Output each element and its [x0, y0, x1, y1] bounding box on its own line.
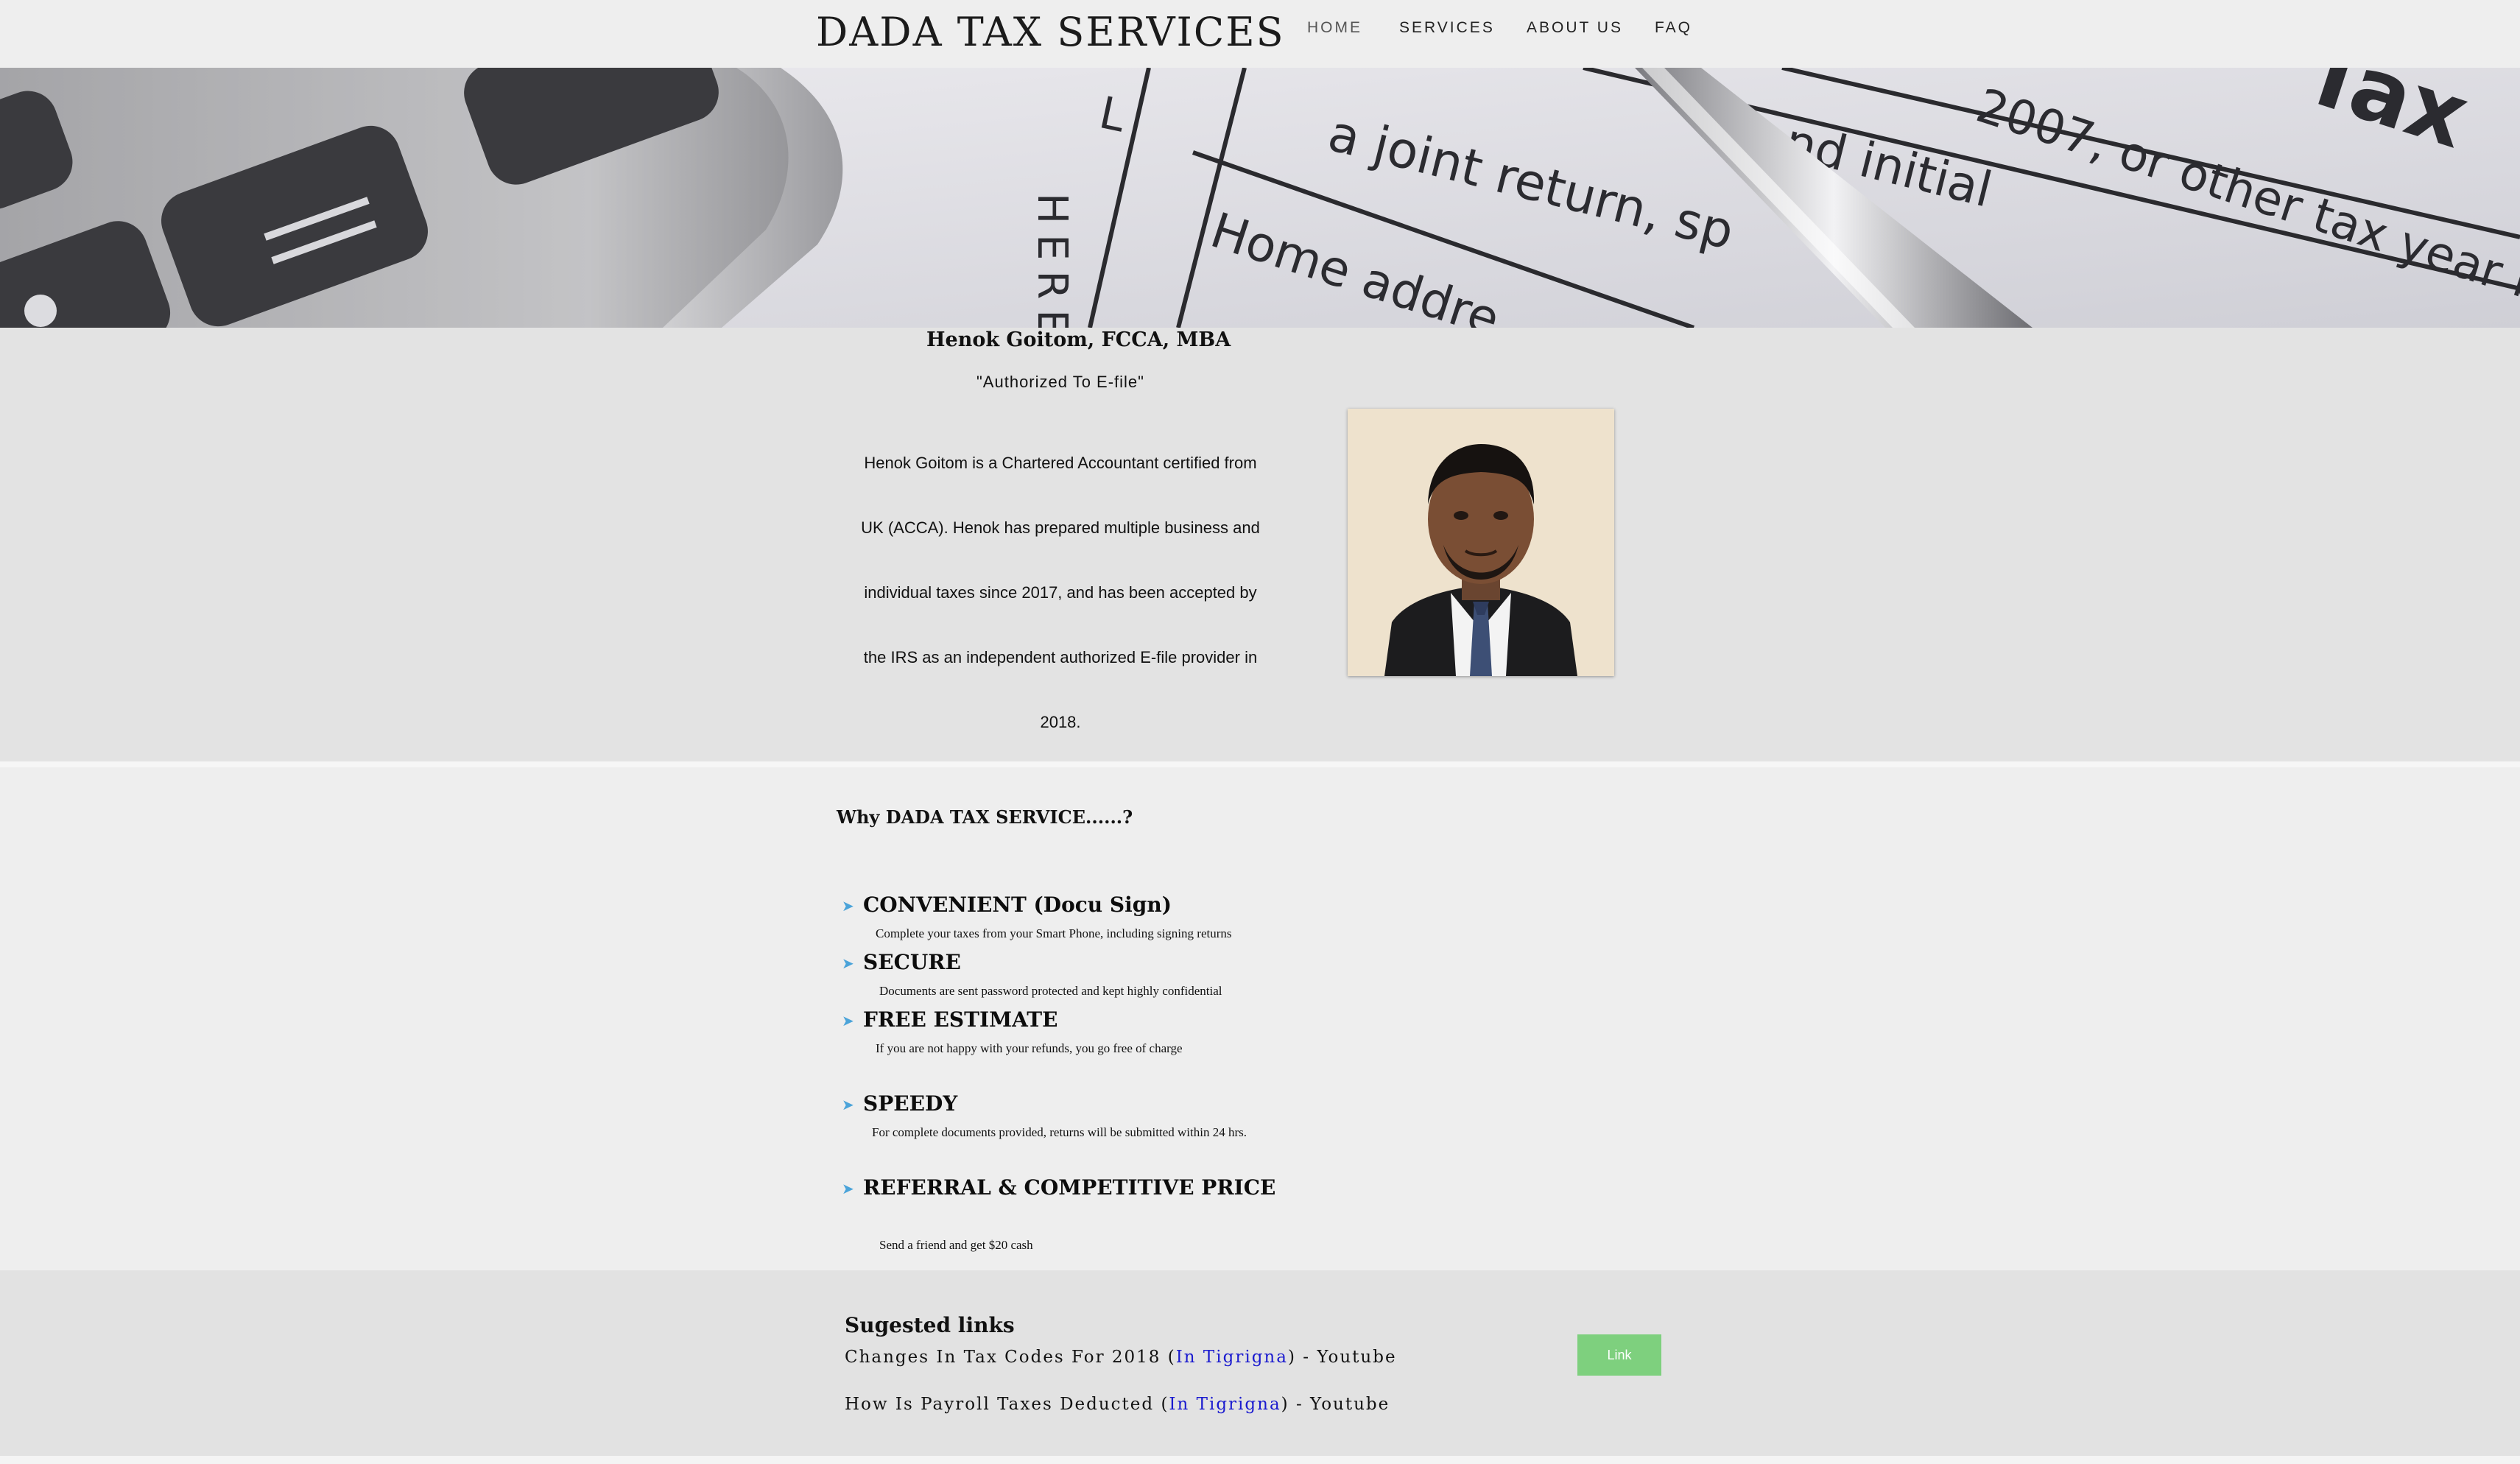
feature-title: CONVENIENT (Docu Sign)	[863, 893, 1172, 917]
feature-desc: Complete your taxes from your Smart Phon…	[876, 926, 1232, 940]
link-row: Changes In Tax Codes For 2018 (In Tigrig…	[845, 1348, 1397, 1367]
bio-line: UK (ACCA). Henok has prepared multiple b…	[861, 518, 1260, 537]
bio-line: the IRS as an independent authorized E-f…	[863, 648, 1258, 666]
nav-home[interactable]: HOME	[1307, 19, 1362, 37]
nav-services[interactable]: SERVICES	[1399, 19, 1495, 37]
profile-tagline: "Authorized To E-file"	[976, 373, 1144, 391]
chevron-right-icon: ➤	[842, 898, 854, 915]
link-text: ) - Youtube	[1287, 1348, 1397, 1367]
link-text: ) - Youtube	[1281, 1395, 1390, 1414]
feature-title: SECURE	[863, 950, 961, 974]
portrait-image	[1348, 409, 1614, 676]
hero-banner: a joint return, sp nd initial 2007, or o…	[0, 68, 2520, 328]
site-title[interactable]: DADA TAX SERVICES	[816, 9, 1285, 55]
hero-image: a joint return, sp nd initial 2007, or o…	[0, 68, 2520, 328]
bio-line: 2018.	[1040, 713, 1081, 731]
chevron-right-icon: ➤	[842, 1097, 854, 1113]
profile-photo	[1348, 409, 1614, 676]
link-highlight[interactable]: In Tigrigna	[1169, 1395, 1281, 1414]
bio-line: Henok Goitom is a Chartered Accountant c…	[864, 454, 1257, 472]
hero-text-here: HERE	[1028, 193, 1076, 328]
feature-desc: For complete documents provided, returns…	[872, 1125, 1247, 1139]
link-row: How Is Payroll Taxes Deducted (In Tigrig…	[845, 1395, 1390, 1414]
feature-title: REFERRAL & COMPETITIVE PRICE	[863, 1175, 1276, 1200]
header-bar: DADA TAX SERVICES HOME SERVICES ABOUT US…	[0, 0, 2520, 68]
chevron-right-icon: ➤	[842, 956, 854, 972]
nav-about-us[interactable]: ABOUT US	[1527, 19, 1623, 37]
profile-name: Henok Goitom, FCCA, MBA	[926, 328, 1231, 351]
link-highlight[interactable]: In Tigrigna	[1176, 1348, 1288, 1367]
feature-desc: Documents are sent password protected an…	[879, 984, 1222, 998]
feature-title: SPEEDY	[863, 1091, 958, 1116]
link-button[interactable]: Link	[1577, 1334, 1661, 1376]
feature-desc: Send a friend and get $20 cash	[879, 1238, 1033, 1252]
feature-desc: If you are not happy with your refunds, …	[876, 1041, 1183, 1055]
footer-strip	[0, 1456, 2520, 1464]
link-text: Changes In Tax Codes For 2018 (	[845, 1348, 1176, 1367]
section-divider	[0, 761, 2520, 767]
chevron-right-icon: ➤	[842, 1181, 854, 1197]
why-title: Why DADA TAX SERVICE......?	[837, 806, 1133, 828]
link-text: How Is Payroll Taxes Deducted (	[845, 1395, 1169, 1414]
feature-title: FREE ESTIMATE	[863, 1007, 1058, 1032]
links-title: Sugested links	[845, 1313, 1015, 1337]
nav-faq[interactable]: FAQ	[1655, 19, 1692, 37]
profile-section	[0, 328, 2520, 761]
chevron-right-icon: ➤	[842, 1013, 854, 1030]
bio-line: individual taxes since 2017, and has bee…	[864, 583, 1257, 602]
